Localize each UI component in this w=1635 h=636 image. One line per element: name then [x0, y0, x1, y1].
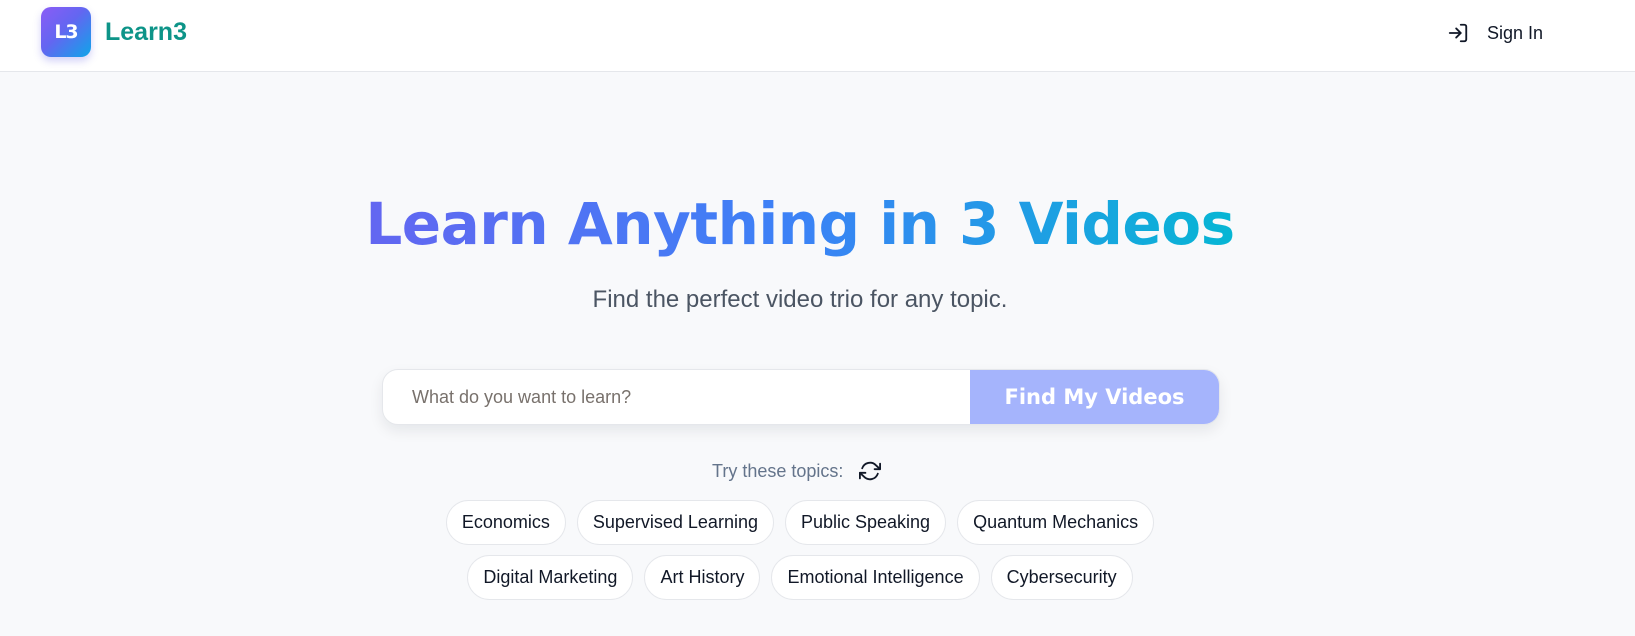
sign-in-label: Sign In — [1487, 22, 1544, 43]
find-my-videos-button[interactable]: Find My Videos — [970, 370, 1219, 424]
logo-badge[interactable]: L3 — [41, 7, 91, 57]
search-input[interactable] — [383, 370, 970, 424]
brand-name[interactable]: Learn3 — [105, 16, 187, 48]
topic-chip[interactable]: Economics — [445, 500, 566, 545]
topic-chips-row-2: Digital Marketing Art History Emotional … — [0, 555, 1600, 600]
topic-chips-row-1: Economics Supervised Learning Public Spe… — [0, 500, 1600, 545]
try-topics-row: Try these topics: — [712, 456, 882, 486]
try-topics-label: Try these topics: — [712, 460, 844, 481]
topic-chip[interactable]: Public Speaking — [784, 500, 947, 545]
sign-in-button[interactable]: Sign In — [1447, 18, 1543, 48]
refresh-icon[interactable] — [859, 460, 882, 482]
topic-chip[interactable]: Digital Marketing — [467, 555, 634, 600]
topic-chip[interactable]: Quantum Mechanics — [957, 500, 1155, 545]
topic-chip[interactable]: Emotional Intelligence — [771, 555, 980, 600]
topic-chip[interactable]: Supervised Learning — [576, 500, 774, 545]
top-nav: L3 Learn3 Sign In — [0, 0, 1635, 72]
topic-chip[interactable]: Cybersecurity — [990, 555, 1133, 600]
sign-in-icon — [1448, 23, 1468, 43]
search-bar: Find My Videos — [382, 369, 1220, 425]
hero-title: Learn Anything in 3 Videos — [0, 184, 1600, 264]
hero-subtitle: Find the perfect video trio for any topi… — [592, 286, 1008, 313]
topic-chip[interactable]: Art History — [644, 555, 761, 600]
hero-title-text: Learn Anything in 3 Videos — [365, 190, 1235, 258]
